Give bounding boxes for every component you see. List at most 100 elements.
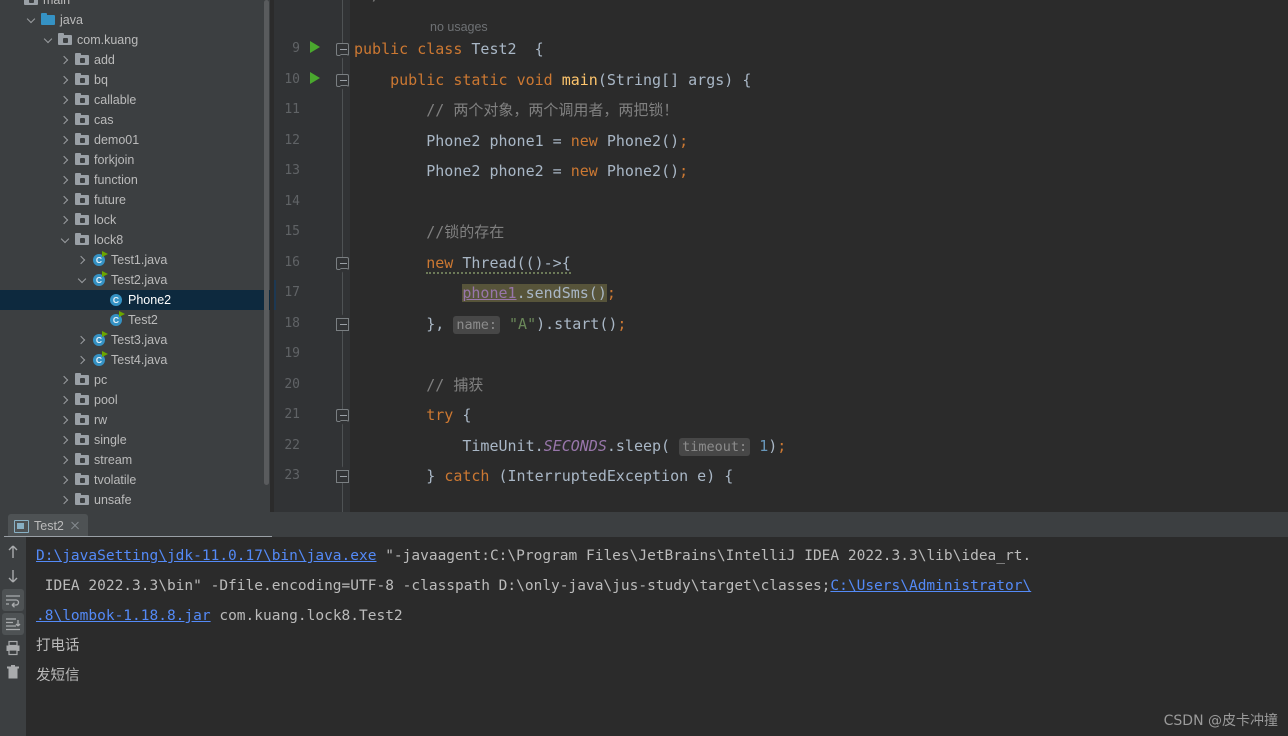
type-token: Phone2	[606, 162, 662, 180]
tree-item-unsafe[interactable]: unsafe	[0, 490, 270, 510]
run-gutter-icon[interactable]	[310, 71, 320, 84]
run-tab-test2[interactable]: Test2	[8, 514, 88, 537]
chevron-right-icon[interactable]	[59, 495, 70, 506]
code-line-16[interactable]: new Thread(()->{	[354, 248, 571, 279]
code-line-9[interactable]: public class Test2 {	[354, 34, 544, 65]
tree-item-callable[interactable]: callable	[0, 90, 270, 110]
chevron-right-icon[interactable]	[59, 475, 70, 486]
chevron-right-icon[interactable]	[59, 455, 70, 466]
project-tree-panel[interactable]: main java com.kuang add bq callable cas demo01 f…	[0, 0, 270, 512]
run-tab-bar[interactable]: Test2	[0, 512, 1288, 538]
tree-item-java[interactable]: java	[0, 10, 270, 30]
console-link[interactable]: C:\Users\Administrator\	[830, 578, 1031, 594]
chevron-right-icon[interactable]	[59, 415, 70, 426]
trash-icon[interactable]	[2, 661, 24, 683]
down-arrow-icon[interactable]	[2, 565, 24, 587]
chevron-right-icon[interactable]	[59, 375, 70, 386]
soft-wrap-icon[interactable]	[2, 589, 24, 611]
tree-item-test2[interactable]: Test2	[0, 310, 270, 330]
chevron-right-icon[interactable]	[59, 55, 70, 66]
tree-item-com-kuang[interactable]: com.kuang	[0, 30, 270, 50]
project-tree-scrollbar[interactable]	[264, 0, 269, 485]
chevron-right-icon[interactable]	[59, 75, 70, 86]
console-link[interactable]: .8\lombok-1.18.8.jar	[36, 608, 211, 624]
tree-item-test2-java[interactable]: Test2.java	[0, 270, 270, 290]
close-icon[interactable]	[70, 521, 80, 531]
tree-item-lock[interactable]: lock	[0, 210, 270, 230]
tree-item-demo01[interactable]: demo01	[0, 130, 270, 150]
code-fold-toggle[interactable]	[336, 43, 349, 56]
tree-item-stream[interactable]: stream	[0, 450, 270, 470]
punctuation-token: ;	[777, 436, 787, 455]
chevron-right-icon[interactable]	[59, 435, 70, 446]
code-fold-toggle[interactable]	[336, 470, 349, 483]
folder-package-icon	[74, 112, 90, 128]
code-line-11[interactable]: // 两个对象，两个调用者，两把锁！	[354, 95, 678, 126]
code-line-18[interactable]: }, name: "A").start();	[354, 309, 626, 340]
code-line-20[interactable]: // 捕获	[354, 370, 483, 401]
tree-item-rw[interactable]: rw	[0, 410, 270, 430]
chevron-right-icon[interactable]	[59, 175, 70, 186]
tree-item-label: forkjoin	[94, 153, 135, 167]
line-number: 9	[292, 41, 300, 56]
chevron-right-icon[interactable]	[76, 335, 87, 346]
code-line-10[interactable]: public static void main(String[] args) {	[354, 65, 751, 96]
chevron-down-icon[interactable]	[25, 15, 36, 26]
tree-item-phone2[interactable]: Phone2	[0, 290, 270, 310]
code-line-22[interactable]: TimeUnit.SECONDS.sleep( timeout: 1);	[354, 431, 786, 462]
chevron-right-icon[interactable]	[59, 215, 70, 226]
console-text: com.kuang.lock8.Test2	[210, 608, 403, 624]
chevron-right-icon[interactable]	[59, 95, 70, 106]
tree-item-cas[interactable]: cas	[0, 110, 270, 130]
tree-item-add[interactable]: add	[0, 50, 270, 70]
chevron-down-icon[interactable]	[42, 35, 53, 46]
code-fold-toggle[interactable]	[336, 409, 349, 422]
folder-package-icon	[74, 392, 90, 408]
code-fold-toggle[interactable]	[336, 317, 349, 331]
tree-item-lock8[interactable]: lock8	[0, 230, 270, 250]
chevron-down-icon[interactable]	[76, 275, 87, 286]
tree-item-single[interactable]: single	[0, 430, 270, 450]
tree-item-bq[interactable]: bq	[0, 70, 270, 90]
code-line-23[interactable]: } catch (InterruptedException e) {	[354, 461, 733, 492]
tree-item-test3-java[interactable]: Test3.java	[0, 330, 270, 350]
run-tool-window[interactable]: Test2 Process finished with exit code 0 …	[0, 512, 1288, 736]
tree-item-forkjoin[interactable]: forkjoin	[0, 150, 270, 170]
chevron-right-icon[interactable]	[76, 255, 87, 266]
run-gutter-icon[interactable]	[310, 41, 320, 53]
print-icon[interactable]	[2, 637, 24, 659]
chevron-right-icon[interactable]	[76, 355, 87, 366]
editor-code-area[interactable]: no usages public class Test2 { public sta…	[350, 0, 1288, 512]
code-line-17[interactable]: phone1.sendSms();	[354, 278, 616, 309]
code-line-21[interactable]: try {	[354, 400, 471, 431]
code-editor[interactable]: 9 10 11 12 13 14 15 16 17 18 19 20 21 22 23 no usages p…	[274, 0, 1288, 512]
code-line-15[interactable]: //锁的存在	[354, 217, 504, 248]
tree-item-pool[interactable]: pool	[0, 390, 270, 410]
scroll-to-end-icon[interactable]	[2, 613, 24, 635]
chevron-right-icon[interactable]	[59, 195, 70, 206]
chevron-right-icon[interactable]	[59, 155, 70, 166]
tree-item-test4-java[interactable]: Test4.java	[0, 350, 270, 370]
tree-item-label: com.kuang	[77, 33, 139, 47]
tree-item-future[interactable]: future	[0, 190, 270, 210]
tree-item-function[interactable]: function	[0, 170, 270, 190]
up-arrow-icon[interactable]	[2, 541, 24, 563]
run-toolbar[interactable]	[0, 537, 26, 736]
console-link[interactable]: D:\javaSetting\jdk-11.0.17\bin\java.exe	[36, 548, 376, 564]
code-fold-toggle[interactable]	[336, 73, 349, 87]
chevron-right-icon[interactable]	[59, 395, 70, 406]
chevron-down-icon[interactable]	[59, 235, 70, 246]
code-line-13[interactable]: Phone2 phone2 = new Phone2();	[354, 156, 688, 187]
code-line-12[interactable]: Phone2 phone1 = new Phone2();	[354, 126, 688, 157]
tree-item-test1-java[interactable]: Test1.java	[0, 250, 270, 270]
code-fold-toggle[interactable]	[336, 256, 349, 270]
variable-token: phone1	[462, 284, 517, 302]
console-output[interactable]: Process finished with exit code 0 D:\jav…	[26, 537, 1288, 736]
tree-item-label: Test4.java	[111, 353, 168, 367]
chevron-right-icon[interactable]	[59, 115, 70, 126]
tree-item-tvolatile[interactable]: tvolatile	[0, 470, 270, 490]
chevron-right-icon[interactable]	[59, 135, 70, 146]
tree-item-main[interactable]: main	[0, 0, 270, 10]
tree-item-pc[interactable]: pc	[0, 370, 270, 390]
